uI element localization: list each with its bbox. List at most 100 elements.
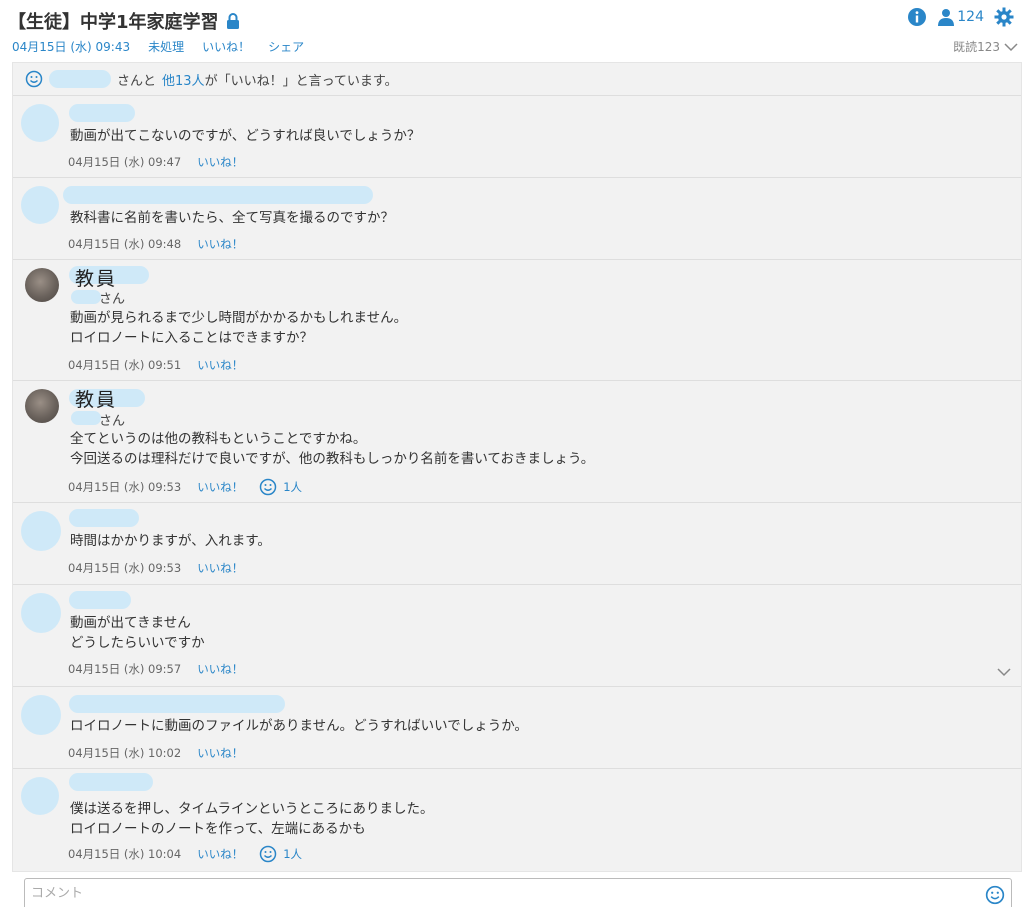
members-button[interactable]: 124	[937, 8, 984, 26]
comment-box	[24, 878, 1012, 907]
message-item: 教員 さん 全てというのは他の教科もということですかね。 今回送るのは理科だけで…	[13, 381, 1021, 503]
redacted-name	[49, 70, 111, 88]
message-item: 動画が出てきません どうしたらいいですか 04月15日 (水) 09:57 いい…	[13, 585, 1021, 687]
scroll-down-chevron-icon[interactable]	[996, 666, 1012, 678]
message-footer: 04月15日 (水) 09:51 いいね！	[68, 357, 243, 373]
reaction-count-button[interactable]: 1人	[259, 478, 302, 496]
like-link[interactable]: いいね！	[197, 479, 243, 495]
redacted-name	[69, 591, 131, 609]
read-count-toggle[interactable]: 既読123	[953, 38, 1018, 55]
top-right-toolbar: 124	[907, 7, 1014, 27]
avatar	[21, 186, 59, 224]
avatar	[21, 104, 59, 142]
smiley-icon	[259, 478, 277, 496]
message-line: 動画が見られるまで少し時間がかかるかもしれません。	[70, 310, 408, 326]
redacted-name	[63, 186, 373, 204]
redacted-name	[69, 773, 153, 791]
redacted-name	[69, 509, 139, 527]
mention-san: さん	[99, 414, 126, 429]
thread-date: 04月15日 (水) 09:43	[12, 40, 131, 54]
message-item: 教科書に名前を書いたら、全て写真を撮るのですか？ 04月15日 (水) 09:4…	[13, 178, 1021, 260]
message-time: 04月15日 (水) 10:04	[68, 847, 182, 861]
like-summary-text: が「いいね！」と言っています。	[204, 73, 398, 89]
like-link[interactable]: いいね！	[197, 846, 243, 862]
message-line: 僕は送るを押し、タイムラインというところにありました。	[70, 801, 434, 817]
like-link[interactable]: いいね！	[197, 154, 243, 170]
message-body: 教科書に名前を書いたら、全て写真を撮るのですか？	[70, 208, 394, 228]
mention-san: さん	[99, 292, 126, 307]
message-item: 僕は送るを押し、タイムラインというところにありました。 ロイロノートのノートを作…	[13, 769, 1021, 873]
message-time: 04月15日 (水) 09:48	[68, 237, 182, 251]
like-link[interactable]: いいね！	[197, 560, 243, 576]
message-line: 全てというのは他の教科もということですかね。	[70, 431, 367, 447]
thread-header: 【生徒】中学1年家庭学習 04月15日 (水) 09:43 未処理 いいね！ シ…	[0, 0, 1024, 60]
info-icon[interactable]	[907, 7, 927, 27]
avatar	[21, 593, 61, 633]
reaction-count: 1人	[283, 847, 303, 861]
like-link[interactable]: いいね！	[197, 357, 243, 373]
message-line: 時間はかかりますが、入れます。	[70, 533, 271, 549]
smiley-icon	[25, 70, 43, 88]
status-button[interactable]: 未処理	[148, 38, 184, 55]
message-time: 04月15日 (水) 10:02	[68, 746, 182, 760]
avatar	[25, 268, 59, 302]
message-line: 動画が出てこないのですが、どうすれば良いでしょうか？	[70, 128, 421, 144]
message-time: 04月15日 (水) 09:53	[68, 480, 182, 494]
redacted-name	[71, 290, 101, 304]
like-button[interactable]: いいね！	[202, 38, 250, 55]
avatar	[21, 511, 61, 551]
thread-title-row: 【生徒】中学1年家庭学習	[8, 8, 241, 34]
message-footer: 04月15日 (水) 10:04 いいね！ 1人	[68, 845, 302, 863]
gear-icon[interactable]	[994, 7, 1014, 27]
likers-link[interactable]: 他13人	[162, 70, 205, 89]
read-count: 既読123	[953, 40, 1000, 54]
person-icon	[938, 9, 955, 26]
message-body: ロイロノートに動画のファイルがありません。どうすればいいでしょうか。	[70, 716, 528, 736]
message-panel: さんと 他13人 が「いいね！」と言っています。 動画が出てこないのですが、どう…	[12, 62, 1022, 872]
lock-icon	[226, 13, 239, 29]
emoji-icon[interactable]	[985, 885, 1005, 905]
message-time: 04月15日 (水) 09:57	[68, 662, 182, 676]
message-footer: 04月15日 (水) 09:48 いいね！	[68, 236, 243, 252]
message-time: 04月15日 (水) 09:51	[68, 358, 182, 372]
message-footer: 04月15日 (水) 09:53 いいね！ 1人	[68, 478, 302, 496]
message-item: ロイロノートに動画のファイルがありません。どうすればいいでしょうか。 04月15…	[13, 687, 1021, 769]
message-line: ロイロノートに動画のファイルがありません。どうすればいいでしょうか。	[70, 718, 528, 734]
message-item: 教員 さん 動画が見られるまで少し時間がかかるかもしれません。 ロイロノートに入…	[13, 260, 1021, 381]
message-footer: 04月15日 (水) 10:02 いいね！	[68, 745, 243, 761]
message-body: 時間はかかりますが、入れます。	[70, 531, 271, 551]
message-body: 僕は送るを押し、タイムラインというところにありました。 ロイロノートのノートを作…	[70, 799, 434, 839]
avatar	[21, 695, 61, 735]
message-body: 動画が出てきません どうしたらいいですか	[70, 613, 205, 653]
like-summary: さんと 他13人 が「いいね！」と言っています。	[13, 63, 1021, 96]
thread-title: 【生徒】中学1年家庭学習	[8, 12, 219, 33]
message-body: 動画が見られるまで少し時間がかかるかもしれません。 ロイロノートに入ることはでき…	[70, 308, 407, 348]
redacted-name	[71, 411, 101, 425]
message-line: ロイロノートに入ることはできますか？	[70, 330, 313, 346]
teacher-label: 教員	[75, 389, 118, 411]
smiley-icon	[259, 845, 277, 863]
message-item: 時間はかかりますが、入れます。 04月15日 (水) 09:53 いいね！	[13, 503, 1021, 585]
message-body: 全てというのは他の教科もということですかね。 今回送るのは理科だけで良いですが、…	[70, 429, 594, 469]
like-link[interactable]: いいね！	[197, 745, 243, 761]
comment-input[interactable]	[25, 879, 965, 907]
chevron-down-icon	[1004, 42, 1018, 51]
message-footer: 04月15日 (水) 09:53 いいね！	[68, 560, 243, 576]
like-summary-san: さんと	[117, 73, 157, 89]
message-footer: 04月15日 (水) 09:47 いいね！	[68, 154, 243, 170]
avatar	[21, 777, 59, 815]
redacted-name	[69, 104, 135, 122]
like-link[interactable]: いいね！	[197, 661, 243, 677]
message-line: 今回送るのは理科だけで良いですが、他の教科もしっかり名前を書いておきましょう。	[70, 451, 595, 467]
avatar	[25, 389, 59, 423]
message-line: ロイロノートのノートを作って、左端にあるかも	[70, 821, 366, 837]
teacher-label: 教員	[75, 268, 118, 290]
message-footer: 04月15日 (水) 09:57 いいね！	[68, 661, 243, 677]
reaction-count: 1人	[283, 480, 303, 494]
reaction-count-button[interactable]: 1人	[259, 845, 302, 863]
like-link[interactable]: いいね！	[197, 236, 243, 252]
share-button[interactable]: シェア	[268, 38, 304, 55]
message-time: 04月15日 (水) 09:53	[68, 561, 182, 575]
message-line: 教科書に名前を書いたら、全て写真を撮るのですか？	[70, 210, 394, 226]
message-line: どうしたらいいですか	[70, 635, 205, 651]
